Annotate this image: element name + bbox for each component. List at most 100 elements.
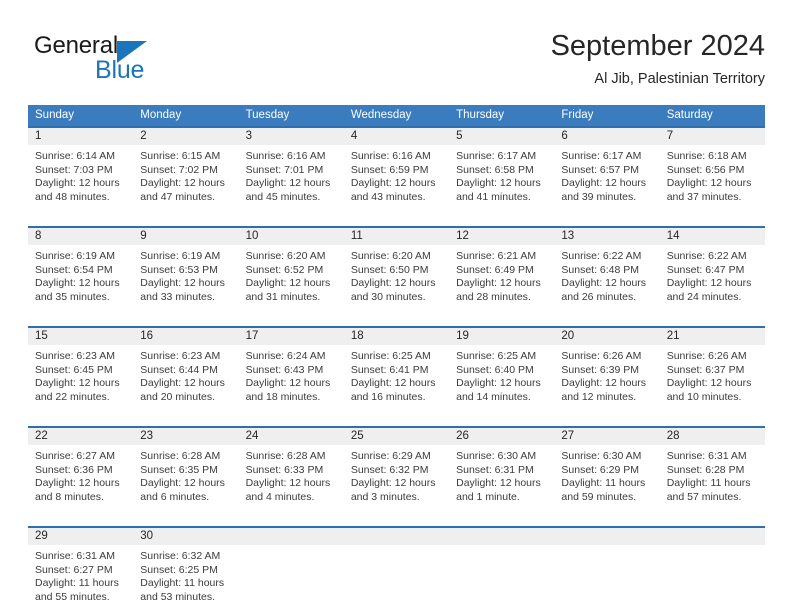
day-details: Sunrise: 6:26 AM Sunset: 6:39 PM Daylight:… — [554, 345, 659, 404]
day-details: Sunrise: 6:16 AM Sunset: 7:01 PM Daylight:… — [239, 145, 344, 204]
sunrise-time: Sunrise: 6:28 AM — [140, 450, 221, 462]
sunrise-time: Sunrise: 6:20 AM — [245, 250, 326, 262]
sunset-time: Sunset: 6:44 PM — [140, 363, 218, 376]
general-blue-logo[interactable]: General Blue — [34, 32, 164, 88]
calendar-day[interactable]: 14 Sunrise: 6:22 AM Sunset: 6:47 PM Dayligh… — [659, 226, 765, 314]
week-spacer-cell — [28, 314, 765, 326]
calendar-day[interactable]: 1 Sunrise: 6:14 AM Sunset: 7:03 PM Daylight… — [28, 126, 134, 214]
daylight-duration-line1: Daylight: 12 hours — [245, 277, 331, 290]
day-number: 21 — [659, 328, 765, 345]
daylight-duration-line2: and 24 minutes. — [666, 290, 742, 303]
calendar-cell: 17 Sunrise: 6:24 AM Sunset: 6:43 PM Dayligh… — [238, 326, 344, 414]
day-details: Sunrise: 6:30 AM Sunset: 6:29 PM Daylight:… — [554, 445, 659, 504]
calendar-cell — [238, 526, 344, 614]
calendar-day[interactable]: 30 Sunrise: 6:32 AM Sunset: 6:25 PM Dayligh… — [133, 526, 239, 614]
daylight-duration-line2: and 57 minutes. — [666, 490, 742, 503]
sunrise-time: Sunrise: 6:29 AM — [350, 450, 431, 462]
daylight-duration-line1: Daylight: 12 hours — [35, 277, 120, 290]
calendar-day[interactable]: 29 Sunrise: 6:31 AM Sunset: 6:27 PM Dayligh… — [28, 526, 134, 614]
calendar-day[interactable]: 20 Sunrise: 6:26 AM Sunset: 6:39 PM Dayligh… — [554, 326, 660, 414]
day-details: Sunrise: 6:32 AM Sunset: 6:25 PM Daylight:… — [133, 545, 238, 604]
week-spacer-cell — [28, 414, 765, 426]
calendar-cell: 26 Sunrise: 6:30 AM Sunset: 6:31 PM Dayligh… — [449, 426, 555, 514]
calendar-day[interactable]: 7 Sunrise: 6:18 AM Sunset: 6:56 PM Daylight… — [659, 126, 765, 214]
calendar-cell: 9 Sunrise: 6:19 AM Sunset: 6:53 PM Daylight… — [133, 226, 239, 314]
calendar-cell: 8 Sunrise: 6:19 AM Sunset: 6:54 PM Daylight… — [28, 226, 134, 314]
calendar-day[interactable]: 13 Sunrise: 6:22 AM Sunset: 6:48 PM Dayligh… — [554, 226, 660, 314]
calendar-cell: 19 Sunrise: 6:25 AM Sunset: 6:40 PM Dayligh… — [449, 326, 555, 414]
calendar-cell — [449, 526, 555, 614]
day-number: 13 — [554, 228, 660, 245]
calendar-cell: 20 Sunrise: 6:26 AM Sunset: 6:39 PM Dayligh… — [554, 326, 660, 414]
calendar-day[interactable]: 28 Sunrise: 6:31 AM Sunset: 6:28 PM Dayligh… — [659, 426, 765, 514]
day-number: 12 — [449, 228, 555, 245]
day-number — [343, 528, 450, 545]
calendar-cell: 14 Sunrise: 6:22 AM Sunset: 6:47 PM Dayligh… — [659, 226, 765, 314]
day-number: 28 — [659, 428, 765, 445]
daylight-duration-line2: and 18 minutes. — [245, 390, 321, 403]
day-number: 25 — [343, 428, 450, 445]
day-details: Sunrise: 6:28 AM Sunset: 6:33 PM Daylight:… — [239, 445, 344, 504]
calendar-day[interactable]: 22 Sunrise: 6:27 AM Sunset: 6:36 PM Dayligh… — [28, 426, 134, 514]
weekday-header-monday: Monday — [133, 105, 239, 126]
week-spacer — [28, 414, 765, 426]
calendar-day[interactable]: 26 Sunrise: 6:30 AM Sunset: 6:31 PM Dayligh… — [449, 426, 555, 514]
day-number: 20 — [554, 328, 660, 345]
calendar-day[interactable]: 12 Sunrise: 6:21 AM Sunset: 6:49 PM Dayligh… — [449, 226, 555, 314]
calendar-day-empty — [659, 526, 765, 614]
calendar-day[interactable]: 21 Sunrise: 6:26 AM Sunset: 6:37 PM Dayligh… — [659, 326, 765, 414]
calendar-day[interactable]: 5 Sunrise: 6:17 AM Sunset: 6:58 PM Daylight… — [449, 126, 555, 214]
sunrise-time: Sunrise: 6:17 AM — [561, 150, 642, 162]
sunset-time: Sunset: 6:39 PM — [561, 363, 640, 376]
calendar-day[interactable]: 8 Sunrise: 6:19 AM Sunset: 6:54 PM Daylight… — [28, 226, 134, 314]
day-number: 10 — [238, 228, 344, 245]
daylight-duration-line1: Daylight: 12 hours — [35, 377, 120, 390]
calendar-cell: 23 Sunrise: 6:28 AM Sunset: 6:35 PM Dayligh… — [133, 426, 239, 514]
calendar-cell: 27 Sunrise: 6:30 AM Sunset: 6:29 PM Dayligh… — [554, 426, 660, 514]
sunrise-time: Sunrise: 6:23 AM — [35, 350, 115, 362]
daylight-duration-line2: and 1 minute. — [456, 490, 520, 503]
day-details: Sunrise: 6:27 AM Sunset: 6:36 PM Daylight:… — [28, 445, 133, 504]
calendar-day[interactable]: 25 Sunrise: 6:29 AM Sunset: 6:32 PM Dayligh… — [343, 426, 450, 514]
daylight-duration-line1: Daylight: 12 hours — [140, 377, 225, 390]
day-number: 11 — [343, 228, 450, 245]
logo-text-blue: Blue — [95, 56, 145, 84]
calendar-cell: 25 Sunrise: 6:29 AM Sunset: 6:32 PM Dayligh… — [343, 426, 450, 514]
calendar-day[interactable]: 19 Sunrise: 6:25 AM Sunset: 6:40 PM Dayligh… — [449, 326, 555, 414]
calendar-day[interactable]: 4 Sunrise: 6:16 AM Sunset: 6:59 PM Daylight… — [343, 126, 450, 214]
sunset-time: Sunset: 6:57 PM — [561, 163, 640, 176]
calendar-day[interactable]: 9 Sunrise: 6:19 AM Sunset: 6:53 PM Daylight… — [133, 226, 239, 314]
sunset-time: Sunset: 6:43 PM — [245, 363, 324, 376]
calendar-cell: 18 Sunrise: 6:25 AM Sunset: 6:41 PM Dayligh… — [343, 326, 450, 414]
calendar-day[interactable]: 11 Sunrise: 6:20 AM Sunset: 6:50 PM Dayligh… — [343, 226, 450, 314]
calendar-day[interactable]: 2 Sunrise: 6:15 AM Sunset: 7:02 PM Daylight… — [133, 126, 239, 214]
calendar-day[interactable]: 23 Sunrise: 6:28 AM Sunset: 6:35 PM Dayligh… — [133, 426, 239, 514]
sunrise-time: Sunrise: 6:25 AM — [456, 350, 537, 362]
calendar-day[interactable]: 15 Sunrise: 6:23 AM Sunset: 6:45 PM Dayligh… — [28, 326, 134, 414]
calendar-day[interactable]: 24 Sunrise: 6:28 AM Sunset: 6:33 PM Dayligh… — [238, 426, 344, 514]
calendar-day[interactable]: 16 Sunrise: 6:23 AM Sunset: 6:44 PM Dayligh… — [133, 326, 239, 414]
calendar-cell: 10 Sunrise: 6:20 AM Sunset: 6:52 PM Dayligh… — [238, 226, 344, 314]
calendar-body: 1 Sunrise: 6:14 AM Sunset: 7:03 PM Daylight… — [28, 126, 765, 614]
day-number: 5 — [449, 128, 555, 145]
page-header: General Blue September 2024 Al Jib, Pale… — [28, 28, 765, 96]
calendar-cell: 21 Sunrise: 6:26 AM Sunset: 6:37 PM Dayligh… — [659, 326, 765, 414]
sunrise-time: Sunrise: 6:16 AM — [350, 150, 431, 162]
weekday-header-saturday: Saturday — [659, 105, 765, 126]
calendar-day[interactable]: 6 Sunrise: 6:17 AM Sunset: 6:57 PM Daylight… — [554, 126, 660, 214]
day-details: Sunrise: 6:28 AM Sunset: 6:35 PM Daylight:… — [133, 445, 238, 504]
week-spacer-cell — [28, 214, 765, 226]
calendar-day[interactable]: 18 Sunrise: 6:25 AM Sunset: 6:41 PM Dayligh… — [343, 326, 450, 414]
calendar-day[interactable]: 10 Sunrise: 6:20 AM Sunset: 6:52 PM Dayligh… — [238, 226, 344, 314]
sunset-time: Sunset: 6:45 PM — [35, 363, 113, 376]
daylight-duration-line1: Daylight: 12 hours — [140, 477, 225, 490]
daylight-duration-line1: Daylight: 11 hours — [35, 577, 119, 590]
sunrise-time: Sunrise: 6:22 AM — [561, 250, 642, 262]
week-spacer-cell — [28, 514, 765, 526]
calendar-day[interactable]: 3 Sunrise: 6:16 AM Sunset: 7:01 PM Daylight… — [238, 126, 344, 214]
sunset-time: Sunset: 6:59 PM — [350, 163, 429, 176]
daylight-duration-line1: Daylight: 12 hours — [561, 377, 647, 390]
calendar-day[interactable]: 27 Sunrise: 6:30 AM Sunset: 6:29 PM Dayligh… — [554, 426, 660, 514]
calendar-day[interactable]: 17 Sunrise: 6:24 AM Sunset: 6:43 PM Dayligh… — [238, 326, 344, 414]
calendar-cell: 28 Sunrise: 6:31 AM Sunset: 6:28 PM Dayligh… — [659, 426, 765, 514]
